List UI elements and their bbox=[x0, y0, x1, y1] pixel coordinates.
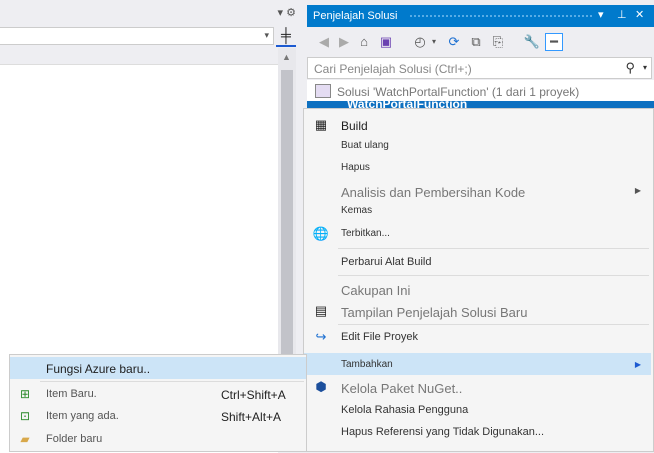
menu-item-label: Analisis dan Pembersihan Kode bbox=[341, 185, 526, 200]
scroll-up-icon[interactable]: ▲ bbox=[282, 52, 291, 62]
menu-item-scope-to-this[interactable]: Cakupan Ini bbox=[304, 279, 651, 299]
menu-item-add[interactable]: Tambahkan ▶ bbox=[304, 353, 651, 375]
menu-separator bbox=[338, 248, 649, 249]
folder-icon: ▰ bbox=[20, 432, 30, 446]
search-icon[interactable]: ⚲ bbox=[625, 60, 635, 76]
publish-globe-icon: 🌐 bbox=[312, 226, 330, 241]
window-options-icons[interactable]: ▾ ⚙ bbox=[278, 6, 296, 19]
menu-item-label: Tambahkan bbox=[341, 359, 393, 370]
back-icon[interactable]: ◀ bbox=[315, 33, 333, 51]
menu-separator bbox=[338, 324, 649, 325]
solution-explorer-toolbar: ◀ ▶ ⌂ ▣ ◴ ▾ ⟳ ⧉ ⎘ 🔧 ━ bbox=[307, 28, 654, 56]
menu-item-label: Folder baru bbox=[46, 433, 103, 445]
show-all-files-icon[interactable]: ⎘ bbox=[489, 33, 507, 51]
nuget-icon: ⬢ bbox=[315, 379, 327, 394]
properties-icon[interactable]: 🔧 bbox=[523, 33, 541, 51]
sync-icon[interactable]: ⟳ bbox=[445, 33, 463, 51]
menu-item-label: Terbitkan... bbox=[341, 228, 390, 239]
menu-item-label: Edit File Proyek bbox=[341, 331, 419, 343]
menu-item-analyze[interactable]: Analisis dan Pembersihan Kode ▶ bbox=[304, 181, 651, 201]
menu-item-pack[interactable]: Kemas bbox=[304, 201, 651, 221]
window-position-icon[interactable]: ▾ bbox=[598, 8, 604, 21]
solution-search-input[interactable]: Cari Penjelajah Solusi (Ctrl+;) ⚲ ▾ bbox=[307, 57, 652, 79]
submenu-arrow-icon: ▶ bbox=[634, 360, 641, 369]
menu-item-label: Tampilan Penjelajah Solusi Baru bbox=[341, 305, 528, 320]
submenu-item-existing-item[interactable]: ⊡ Item yang ada. Shift+Alt+A bbox=[10, 405, 306, 427]
menu-item-build[interactable]: ▦ Build bbox=[304, 115, 651, 135]
submenu-item-new-azure-function[interactable]: Fungsi Azure baru.. bbox=[10, 357, 306, 379]
menu-item-new-explorer-view[interactable]: ▤ Tampilan Penjelajah Solusi Baru bbox=[304, 301, 651, 321]
menu-item-manage-nuget[interactable]: ⬢ Kelola Paket NuGet.. bbox=[304, 377, 651, 397]
menu-item-label: Cakupan Ini bbox=[341, 283, 411, 298]
menu-item-shortcut: Shift+Alt+A bbox=[221, 410, 282, 424]
solution-explorer-titlebar: Penjelajah Solusi ▾ ⊥ ✕ bbox=[307, 5, 654, 27]
project-context-menu: ▦ Build Buat ulang Hapus Analisis dan Pe… bbox=[303, 108, 654, 452]
menu-item-label: Perbarui Alat Build bbox=[341, 256, 432, 268]
menu-separator bbox=[338, 275, 649, 276]
menu-separator bbox=[40, 381, 304, 382]
existing-item-icon: ⊡ bbox=[19, 409, 31, 423]
switch-views-icon[interactable]: ▣ bbox=[377, 33, 395, 51]
menu-item-shortcut: Ctrl+Shift+A bbox=[221, 388, 286, 402]
edit-file-icon: ↪ bbox=[315, 329, 327, 344]
editor-navigation-dropdown[interactable]: ▾ bbox=[0, 27, 274, 45]
search-placeholder: Cari Penjelajah Solusi (Ctrl+;) bbox=[314, 62, 472, 76]
split-editor-button[interactable]: ╪ bbox=[276, 27, 296, 47]
menu-item-edit-project-file[interactable]: ↪ Edit File Proyek bbox=[304, 327, 651, 347]
chevron-down-icon[interactable]: ▾ bbox=[643, 63, 647, 72]
build-icon: ▦ bbox=[314, 117, 328, 132]
scrollbar-thumb[interactable] bbox=[281, 70, 293, 400]
menu-item-label: Fungsi Azure baru.. bbox=[46, 362, 151, 376]
pin-icon[interactable]: ⊥ bbox=[617, 8, 627, 21]
menu-item-label: Kelola Paket NuGet.. bbox=[341, 381, 463, 396]
forward-icon[interactable]: ▶ bbox=[335, 33, 353, 51]
panel-title: Penjelajah Solusi bbox=[313, 10, 398, 22]
menu-item-label: Buat ulang bbox=[341, 140, 389, 151]
menu-item-label: Kemas bbox=[341, 205, 373, 216]
chevron-down-icon[interactable]: ▾ bbox=[425, 33, 443, 51]
close-icon[interactable]: ✕ bbox=[635, 8, 644, 21]
menu-item-label: Item yang ada. bbox=[46, 410, 119, 422]
solution-icon bbox=[315, 84, 331, 98]
menu-item-label: Hapus bbox=[341, 162, 370, 173]
submenu-arrow-icon: ▶ bbox=[634, 186, 641, 195]
menu-item-clean[interactable]: Hapus bbox=[304, 158, 651, 178]
preview-selected-icon[interactable]: ━ bbox=[545, 33, 563, 51]
submenu-item-new-folder[interactable]: ▰ Folder baru bbox=[10, 428, 306, 450]
editor-header: ▾ ⚙ bbox=[0, 0, 302, 28]
menu-item-rebuild[interactable]: Buat ulang bbox=[304, 136, 651, 156]
menu-item-publish[interactable]: 🌐 Terbitkan... bbox=[304, 224, 651, 244]
menu-item-label: Kelola Rahasia Pengguna bbox=[341, 404, 469, 416]
new-item-icon: ⊞ bbox=[19, 387, 31, 401]
add-submenu: Fungsi Azure baru.. ⊞ Item Baru. Ctrl+Sh… bbox=[9, 354, 307, 452]
solution-label: Solusi 'WatchPortalFunction' (1 dari 1 p… bbox=[337, 85, 580, 99]
drag-grip[interactable] bbox=[409, 14, 592, 19]
menu-item-label: Hapus Referensi yang Tidak Digunakan... bbox=[341, 426, 545, 438]
chevron-down-icon: ▾ bbox=[264, 30, 269, 40]
menu-item-remove-unused-refs[interactable]: Hapus Referensi yang Tidak Digunakan... bbox=[304, 422, 651, 442]
menu-item-label: Build bbox=[341, 119, 368, 133]
new-view-icon: ▤ bbox=[314, 303, 328, 318]
submenu-item-new-item[interactable]: ⊞ Item Baru. Ctrl+Shift+A bbox=[10, 383, 306, 405]
menu-item-label: Item Baru. bbox=[46, 388, 97, 400]
collapse-all-icon[interactable]: ⧉ bbox=[467, 33, 485, 51]
menu-item-update-build-tools[interactable]: Perbarui Alat Build bbox=[304, 252, 651, 272]
home-icon[interactable]: ⌂ bbox=[355, 33, 373, 51]
solution-node[interactable]: Solusi 'WatchPortalFunction' (1 dari 1 p… bbox=[315, 84, 579, 100]
menu-item-manage-secrets[interactable]: Kelola Rahasia Pengguna bbox=[304, 400, 651, 420]
